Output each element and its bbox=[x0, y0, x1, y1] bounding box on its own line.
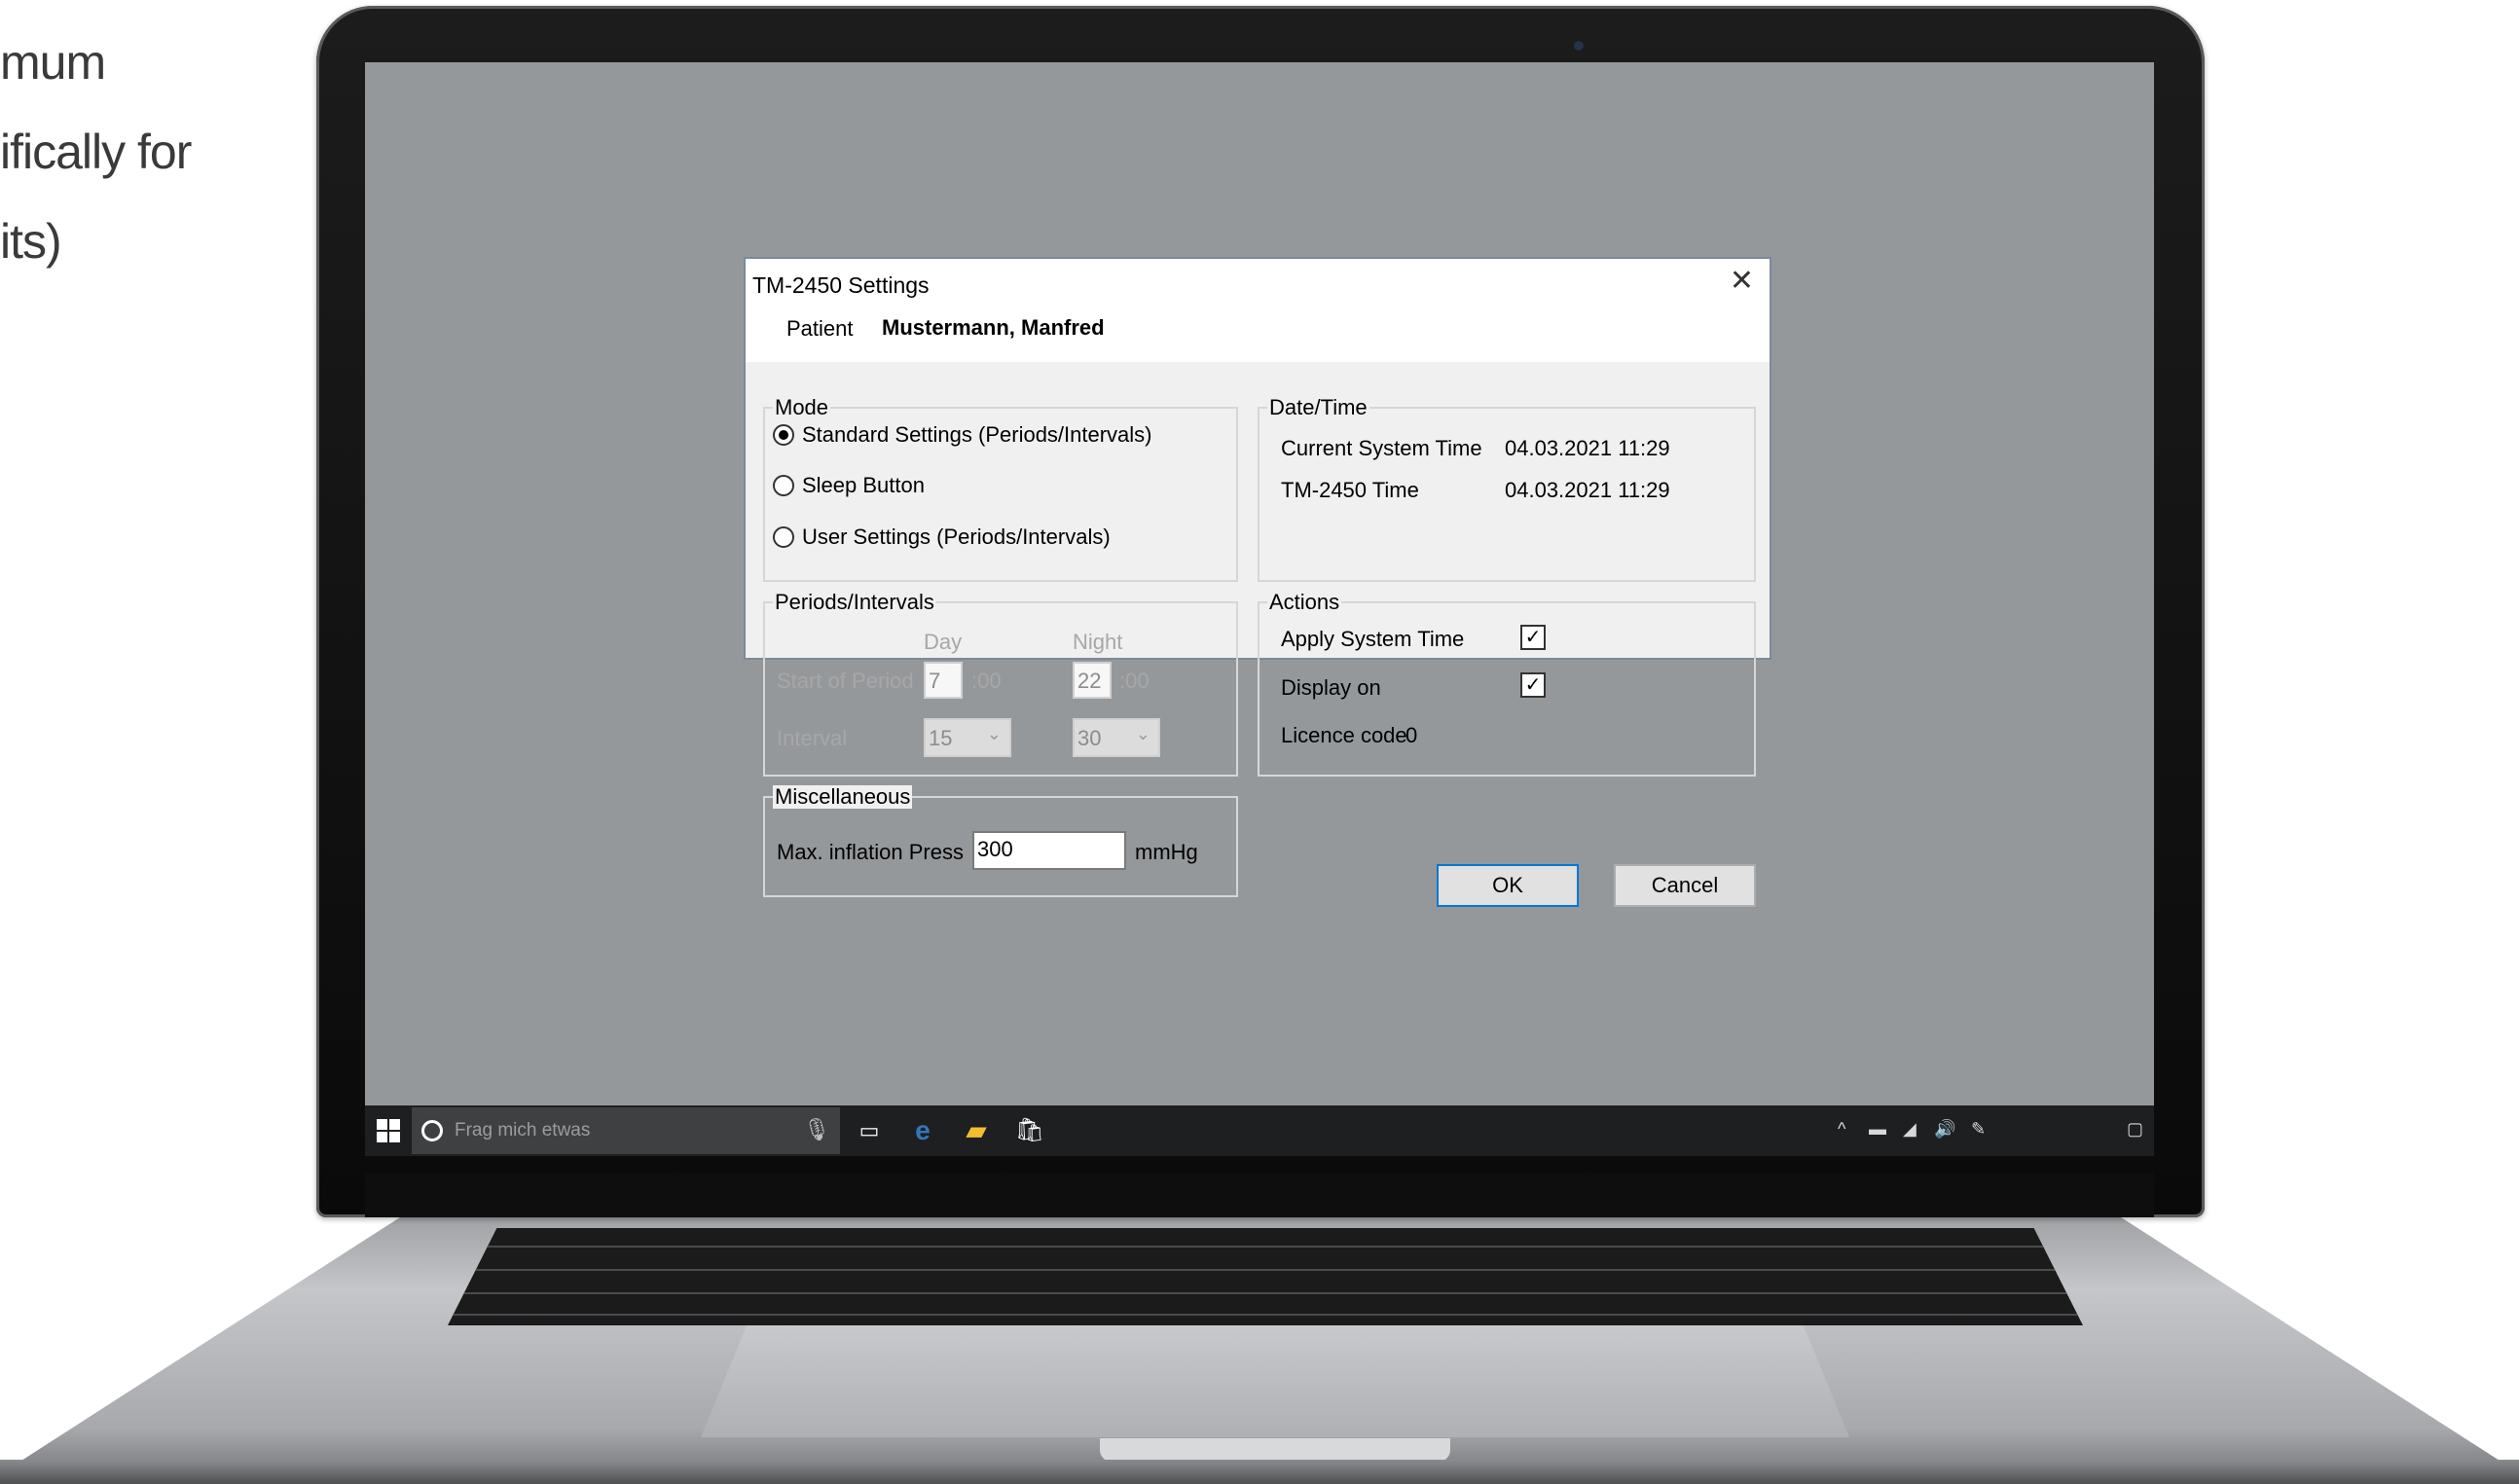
cortana-icon bbox=[421, 1120, 443, 1141]
radio-button[interactable] bbox=[773, 475, 794, 496]
device-time-value: 04.03.2021 11:29 bbox=[1505, 478, 1670, 502]
actions-group-label: Actions bbox=[1267, 590, 1342, 614]
dialog-titlebar: TM-2450 Settings ✕ bbox=[746, 259, 1770, 300]
night-interval-select[interactable]: 30 ⌄ bbox=[1073, 718, 1160, 757]
periods-group-label: Periods/Intervals bbox=[773, 590, 936, 614]
close-icon[interactable]: ✕ bbox=[1730, 267, 1754, 296]
patient-bar: Patient Mustermann, Manfred bbox=[746, 300, 1770, 362]
radio-label: Standard Settings (Periods/Intervals) bbox=[802, 422, 1152, 447]
search-placeholder: Frag mich etwas bbox=[455, 1120, 591, 1140]
laptop-trackpad bbox=[701, 1325, 1849, 1437]
display-on-label: Display on bbox=[1281, 675, 1381, 700]
radio-button[interactable] bbox=[773, 526, 794, 548]
apply-system-time-checkbox[interactable]: ✓ bbox=[1520, 625, 1546, 650]
marketing-line: its) bbox=[0, 214, 62, 269]
licence-code-label: Licence code bbox=[1281, 723, 1407, 747]
night-start-input[interactable]: 22 bbox=[1073, 662, 1112, 699]
day-start-suffix: :00 bbox=[971, 669, 1002, 693]
marketing-line: ifically for bbox=[0, 125, 192, 179]
windows-start-icon[interactable] bbox=[377, 1119, 400, 1142]
current-system-time-value: 04.03.2021 11:29 bbox=[1505, 436, 1670, 460]
chevron-down-icon: ⌄ bbox=[986, 724, 1002, 743]
microphone-icon[interactable]: 🎙 bbox=[803, 1117, 830, 1142]
max-inflation-pressure-input[interactable]: 300 bbox=[972, 831, 1126, 870]
file-explorer-icon[interactable]: ▰ bbox=[959, 1113, 994, 1148]
camera-icon bbox=[1574, 41, 1584, 51]
device-time-label: TM-2450 Time bbox=[1281, 478, 1419, 502]
battery-icon[interactable]: ▬ bbox=[1869, 1119, 1886, 1140]
radio-label: Sleep Button bbox=[802, 473, 925, 497]
screen-desktop: TM-2450 Settings ✕ Patient Mustermann, M… bbox=[365, 62, 2154, 1105]
edge-icon[interactable]: e bbox=[905, 1113, 940, 1148]
day-interval-value: 15 bbox=[929, 726, 953, 750]
patient-name: Mustermann, Manfred bbox=[882, 315, 1105, 340]
start-of-period-label: Start of Period bbox=[777, 669, 914, 693]
taskbar: Frag mich etwas 🎙 ▭ e ▰ 🛍 ^ ▬ ◢ 🔊 ✎ ▢ bbox=[365, 1105, 2154, 1156]
datetime-group-label: Date/Time bbox=[1267, 395, 1369, 419]
network-icon[interactable]: ◢ bbox=[1903, 1119, 1917, 1140]
task-view-icon[interactable]: ▭ bbox=[852, 1113, 887, 1148]
search-box[interactable]: Frag mich etwas 🎙 bbox=[412, 1107, 840, 1154]
radio-user-settings[interactable]: User Settings (Periods/Intervals) bbox=[773, 525, 1111, 550]
pen-icon[interactable]: ✎ bbox=[1971, 1119, 1986, 1140]
night-header: Night bbox=[1073, 630, 1123, 654]
day-interval-select[interactable]: 15 ⌄ bbox=[924, 718, 1011, 757]
radio-standard-settings[interactable]: Standard Settings (Periods/Intervals) bbox=[773, 422, 1152, 448]
volume-icon[interactable]: 🔊 bbox=[1934, 1119, 1955, 1140]
misc-group-label: Miscellaneous bbox=[773, 784, 913, 809]
night-start-suffix: :00 bbox=[1119, 669, 1150, 693]
dialog-title: TM-2450 Settings bbox=[752, 272, 930, 298]
apply-system-time-label: Apply System Time bbox=[1281, 627, 1465, 651]
marketing-text: mum ifically for its) bbox=[0, 18, 195, 286]
store-icon[interactable]: 🛍 bbox=[1012, 1113, 1047, 1148]
interval-label: Interval bbox=[777, 726, 848, 750]
radio-label: User Settings (Periods/Intervals) bbox=[802, 525, 1111, 549]
radio-button[interactable] bbox=[773, 424, 794, 446]
cancel-button[interactable]: Cancel bbox=[1614, 864, 1756, 907]
patient-label: Patient bbox=[786, 316, 854, 341]
chevron-up-icon[interactable]: ^ bbox=[1838, 1119, 1845, 1140]
mode-group-label: Mode bbox=[773, 395, 831, 419]
settings-dialog: TM-2450 Settings ✕ Patient Mustermann, M… bbox=[744, 257, 1771, 907]
day-start-input[interactable]: 7 bbox=[924, 662, 963, 699]
night-interval-value: 30 bbox=[1077, 726, 1102, 750]
laptop-bezel bbox=[365, 1173, 2154, 1217]
marketing-line: mum bbox=[0, 35, 106, 90]
laptop-base-edge bbox=[0, 1460, 2519, 1484]
max-inflation-pressure-label: Max. inflation Press bbox=[777, 840, 964, 864]
day-header: Day bbox=[924, 630, 963, 654]
notification-icon[interactable]: ▢ bbox=[2127, 1119, 2143, 1140]
radio-sleep-button[interactable]: Sleep Button bbox=[773, 473, 925, 498]
licence-code-value: 0 bbox=[1406, 723, 1418, 747]
pressure-unit: mmHg bbox=[1135, 840, 1198, 864]
display-on-checkbox[interactable]: ✓ bbox=[1520, 672, 1546, 698]
current-system-time-label: Current System Time bbox=[1281, 436, 1482, 460]
chevron-down-icon: ⌄ bbox=[1135, 724, 1150, 743]
ok-button[interactable]: OK bbox=[1437, 864, 1579, 907]
laptop-keyboard bbox=[448, 1228, 2083, 1325]
laptop-notch bbox=[1100, 1438, 1450, 1462]
